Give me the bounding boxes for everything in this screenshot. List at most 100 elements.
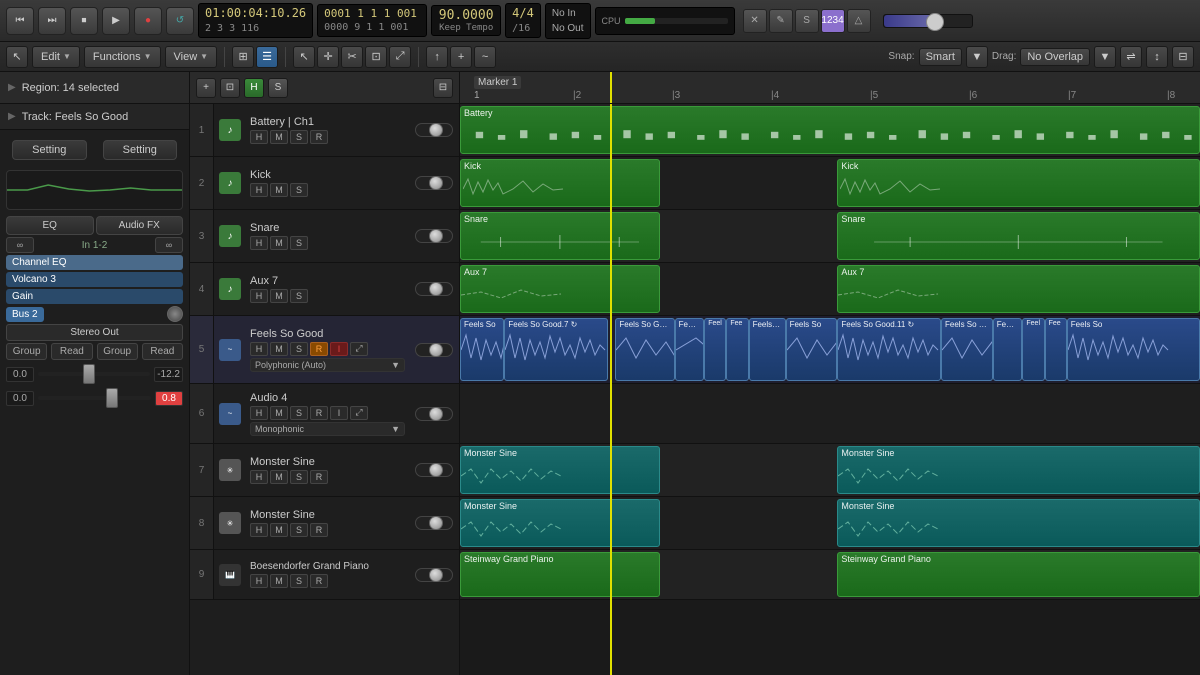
resize-icon[interactable]: ↕ <box>1146 46 1168 68</box>
solo-btn[interactable]: S <box>290 183 308 197</box>
pointer-icon[interactable]: ↖ <box>293 46 315 68</box>
gain-plugin[interactable]: Gain <box>6 289 183 304</box>
crosshair-icon[interactable]: ✛ <box>317 46 339 68</box>
rec-btn[interactable]: R <box>310 523 328 537</box>
hide-btn[interactable]: H <box>250 236 268 250</box>
tempo-display[interactable]: 90.0000 Keep Tempo <box>431 5 501 36</box>
eq-button[interactable]: EQ <box>6 216 94 235</box>
snap-arrow[interactable]: ▼ <box>966 46 988 68</box>
link-icon[interactable]: ⇌ <box>1120 46 1142 68</box>
s-icon-btn[interactable]: S <box>795 9 819 33</box>
view-menu[interactable]: View ▼ <box>165 46 218 68</box>
setting-right-button[interactable]: Setting <box>103 140 178 160</box>
flex-icon[interactable]: ⤢ <box>389 46 411 68</box>
fader-val3[interactable]: 0.0 <box>6 391 34 406</box>
io-loop-btn[interactable]: ∞ <box>6 237 34 253</box>
region-monster2a[interactable]: Monster Sine <box>460 499 660 547</box>
plugin-mode2[interactable]: Monophonic ▼ <box>250 422 405 436</box>
track-settings-btn[interactable]: ⊟ <box>433 78 453 98</box>
record-button[interactable]: ● <box>134 7 162 35</box>
channel-eq-plugin[interactable]: Channel EQ <box>6 255 183 270</box>
region-piano1[interactable]: Steinway Grand Piano <box>460 552 660 597</box>
hide-btn[interactable]: H <box>250 130 268 144</box>
region-monster1a[interactable]: Monster Sine <box>460 446 660 494</box>
region-feels9[interactable]: Feels So Good.11 ↻ <box>837 318 941 381</box>
track-bg-audio4[interactable] <box>460 384 1200 443</box>
mini-fader[interactable] <box>415 229 453 243</box>
scissors-icon[interactable]: ✂ <box>341 46 363 68</box>
duplicate-track-btn[interactable]: ⊡ <box>220 78 240 98</box>
plus-icon[interactable]: + <box>450 46 472 68</box>
solo-btn[interactable]: S <box>290 236 308 250</box>
hide-btn[interactable]: H <box>250 406 268 420</box>
solo-btn[interactable]: S <box>290 523 308 537</box>
fader2[interactable] <box>38 388 151 408</box>
fader-val4[interactable]: 0.8 <box>155 391 183 406</box>
hide-btn[interactable]: H <box>250 289 268 303</box>
solo-btn[interactable]: S <box>290 574 308 588</box>
functions-menu[interactable]: Functions ▼ <box>84 46 161 68</box>
solo-btn[interactable]: S <box>290 289 308 303</box>
mute-btn[interactable]: M <box>270 183 288 197</box>
hide-btn[interactable]: H <box>250 574 268 588</box>
track-bg[interactable]: Battery <box>460 104 1200 156</box>
region-feels4[interactable]: Feels So <box>675 318 705 381</box>
snap-value[interactable]: Smart <box>919 48 962 66</box>
hide-btn[interactable]: H <box>250 342 268 356</box>
region-snare2[interactable]: Snare <box>837 212 1200 260</box>
fader-val2[interactable]: -12.2 <box>154 367 183 382</box>
volcano3-plugin[interactable]: Volcano 3 <box>6 272 183 287</box>
rewind-button[interactable]: ⏮ <box>6 7 34 35</box>
group-button2[interactable]: Group <box>97 343 138 360</box>
edit-menu[interactable]: Edit ▼ <box>32 46 80 68</box>
mute-btn[interactable]: M <box>270 130 288 144</box>
region-feels7[interactable]: Feels So <box>749 318 786 381</box>
mini-fader[interactable] <box>415 123 453 137</box>
mini-fader[interactable] <box>415 407 453 421</box>
region-feels11[interactable]: Feels So <box>993 318 1023 381</box>
stereo-out[interactable]: Stereo Out <box>6 324 183 341</box>
region-feels12[interactable]: Feel <box>1022 318 1044 381</box>
time-signature[interactable]: 4/4 /16 <box>505 3 541 38</box>
flex-btn[interactable]: ⤢ <box>350 342 368 356</box>
flex-btn2[interactable]: ⤢ <box>350 406 368 420</box>
hide-btn[interactable]: H <box>250 470 268 484</box>
region-battery[interactable]: Battery <box>460 106 1200 154</box>
io-loop-btn2[interactable]: ∞ <box>155 237 183 253</box>
record-enable-btn[interactable]: H <box>244 78 264 98</box>
beats-display[interactable]: 0001 1 1 1 001 0000 9 1 1 001 <box>317 4 427 37</box>
list-view-icon[interactable]: ☰ <box>256 46 278 68</box>
track-bg-monster1[interactable]: Monster Sine Monster Sine <box>460 444 1200 496</box>
region-feels1[interactable]: Feels So <box>460 318 504 381</box>
track-bg-kick[interactable]: Kick Kick <box>460 157 1200 209</box>
hide-btn[interactable]: H <box>250 523 268 537</box>
grid-view-icon[interactable]: ⊞ <box>232 46 254 68</box>
tuner-icon-btn[interactable]: △ <box>847 9 871 33</box>
mute-btn[interactable]: M <box>270 236 288 250</box>
mute-btn[interactable]: M <box>270 470 288 484</box>
region-aux7-1[interactable]: Aux 7 <box>460 265 660 313</box>
fast-forward-button[interactable]: ⏭ <box>38 7 66 35</box>
fader1[interactable] <box>38 364 150 384</box>
collapse-icon[interactable]: ⊟ <box>1172 46 1194 68</box>
mute-btn[interactable]: M <box>270 289 288 303</box>
mute-btn[interactable]: M <box>270 574 288 588</box>
audio-fx-button[interactable]: Audio FX <box>96 216 184 235</box>
read-button[interactable]: Read <box>51 343 92 360</box>
add-track-btn[interactable]: + <box>196 78 216 98</box>
time-display[interactable]: 01:00:04:10.26 2 3 3 116 <box>198 3 313 38</box>
region-feels13[interactable]: Fee <box>1045 318 1067 381</box>
master-volume-slider[interactable] <box>883 14 973 28</box>
solo-btn[interactable]: S <box>290 470 308 484</box>
rec-btn[interactable]: R <box>310 130 328 144</box>
mini-fader[interactable] <box>415 176 453 190</box>
mute-btn[interactable]: M <box>270 523 288 537</box>
pencil-icon-btn[interactable]: ✎ <box>769 9 793 33</box>
input-monitor-btn[interactable]: I <box>330 342 348 356</box>
region-feels3[interactable]: Feels So Good <box>615 318 674 381</box>
setting-button[interactable]: Setting <box>12 140 87 160</box>
region-kick2[interactable]: Kick <box>837 159 1200 207</box>
arrow-icon[interactable]: ↑ <box>426 46 448 68</box>
marquee-icon[interactable]: ⊡ <box>365 46 387 68</box>
input-btn[interactable]: I <box>330 406 348 420</box>
